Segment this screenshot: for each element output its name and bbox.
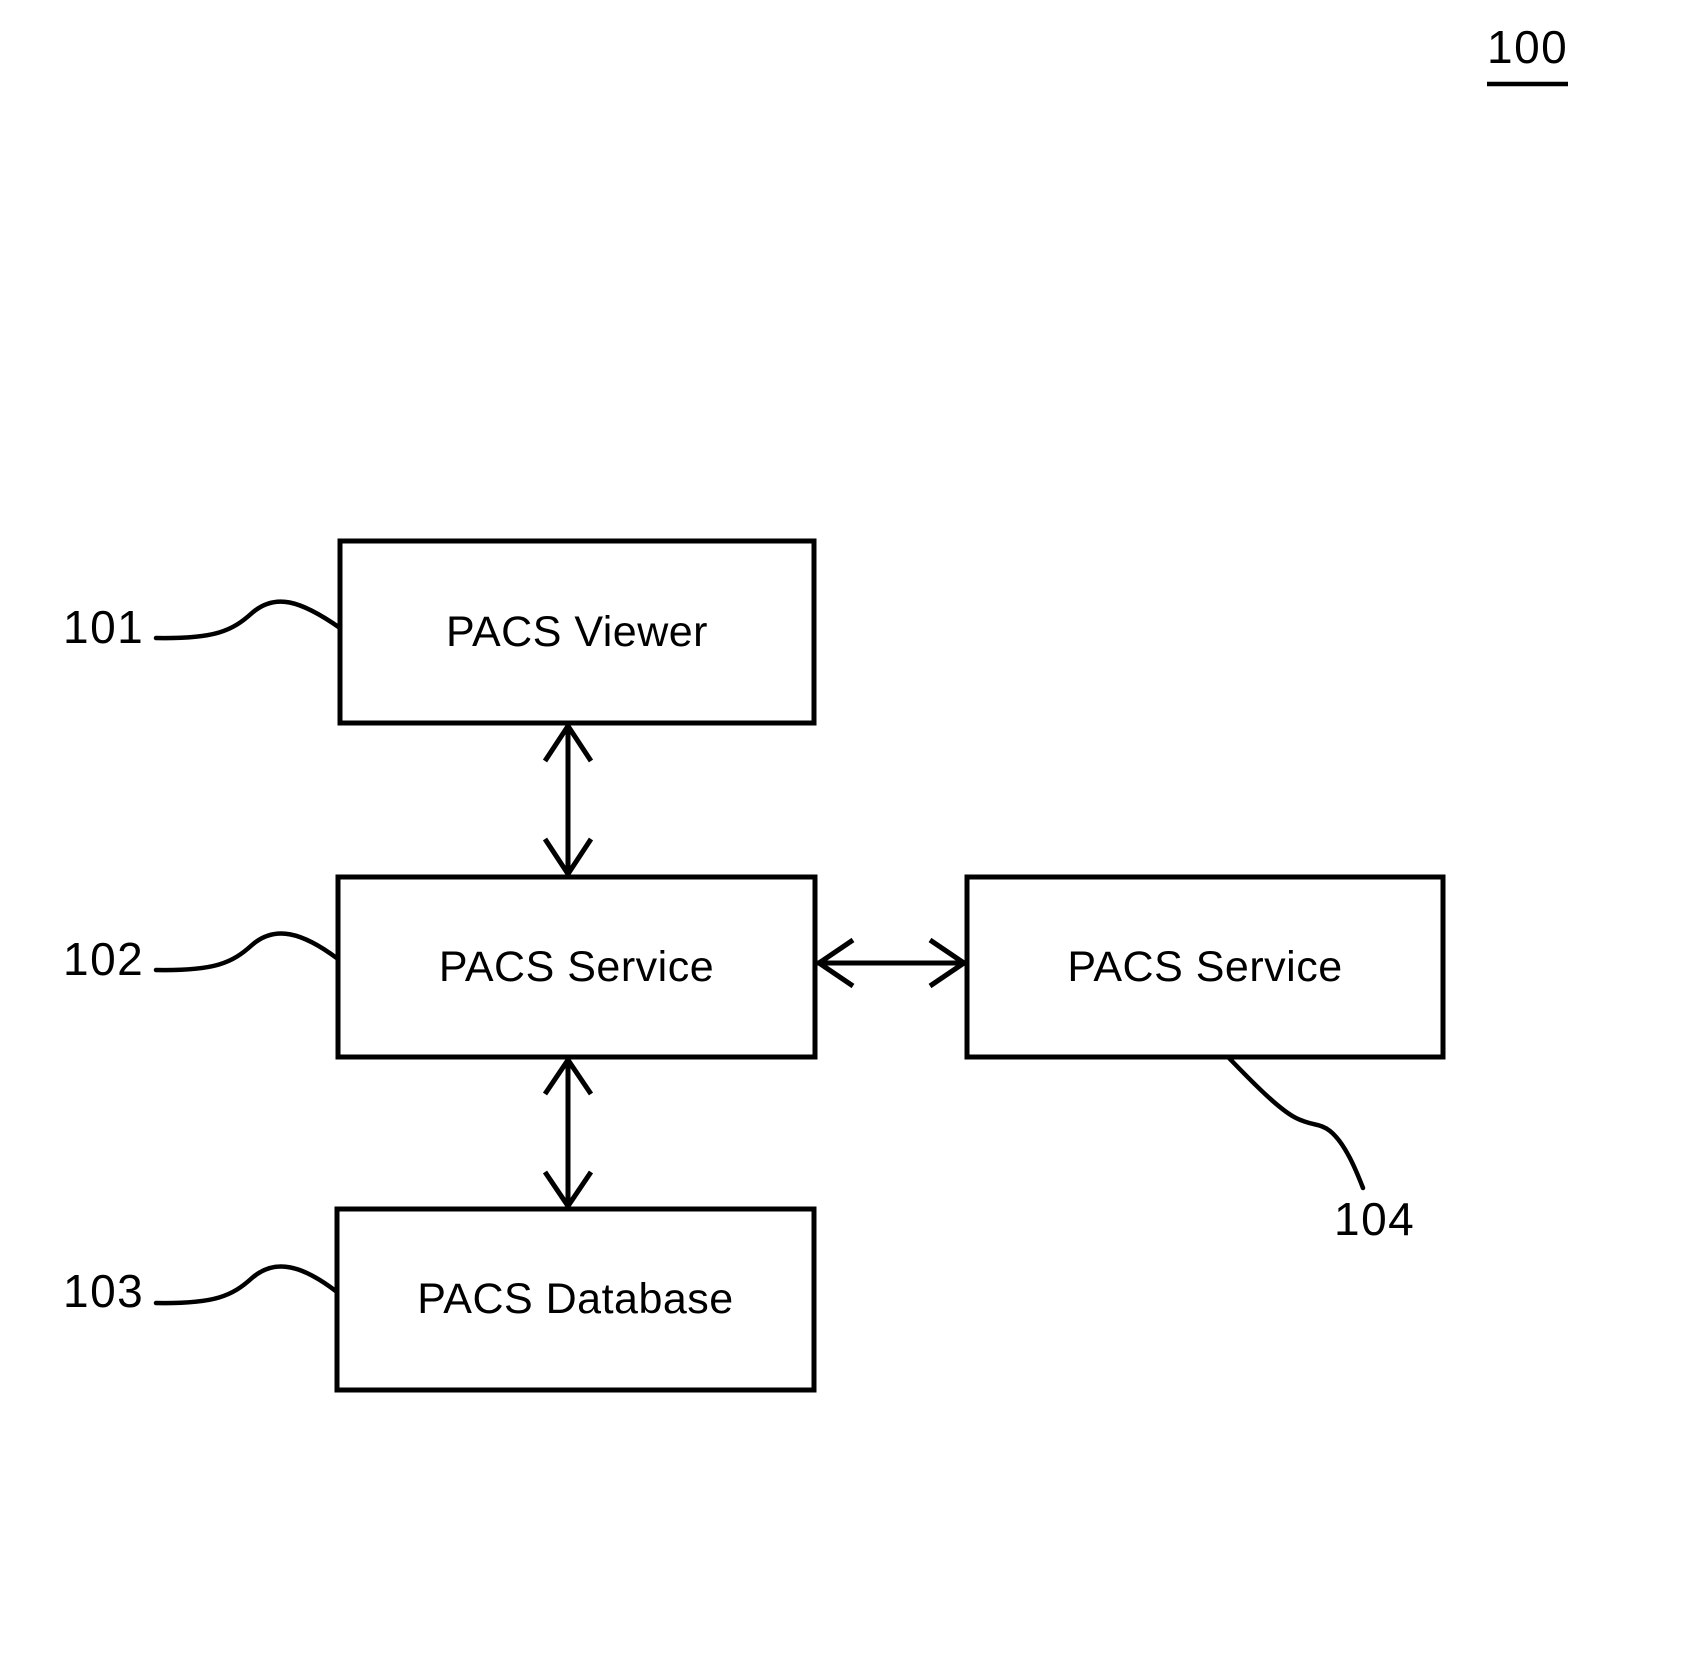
connector-service-database [542,1055,594,1211]
leader-line-101 [153,599,343,641]
pacs-database-box[interactable] [334,1206,817,1393]
figure-reference-101: 101 [63,601,145,653]
figure-reference-102: 102 [63,933,145,985]
figure-reference-100: 100 [1487,21,1569,73]
leader-line-103 [153,1264,340,1306]
diagram-vector-layer [153,81,1568,1393]
figure-reference-104: 104 [1334,1193,1416,1245]
pacs-viewer-box[interactable] [337,538,817,726]
connector-viewer-service [542,721,594,879]
figure-reference-103: 103 [63,1265,145,1317]
leader-line-104 [1226,1055,1366,1191]
patent-figure-canvas: PACS Viewer PACS Service PACS Service PA… [0,0,1690,1667]
pacs-service-right-box[interactable] [964,874,1446,1060]
pacs-service-left-box[interactable] [335,874,818,1060]
connector-service-service [814,937,969,989]
leader-line-102 [153,931,341,973]
